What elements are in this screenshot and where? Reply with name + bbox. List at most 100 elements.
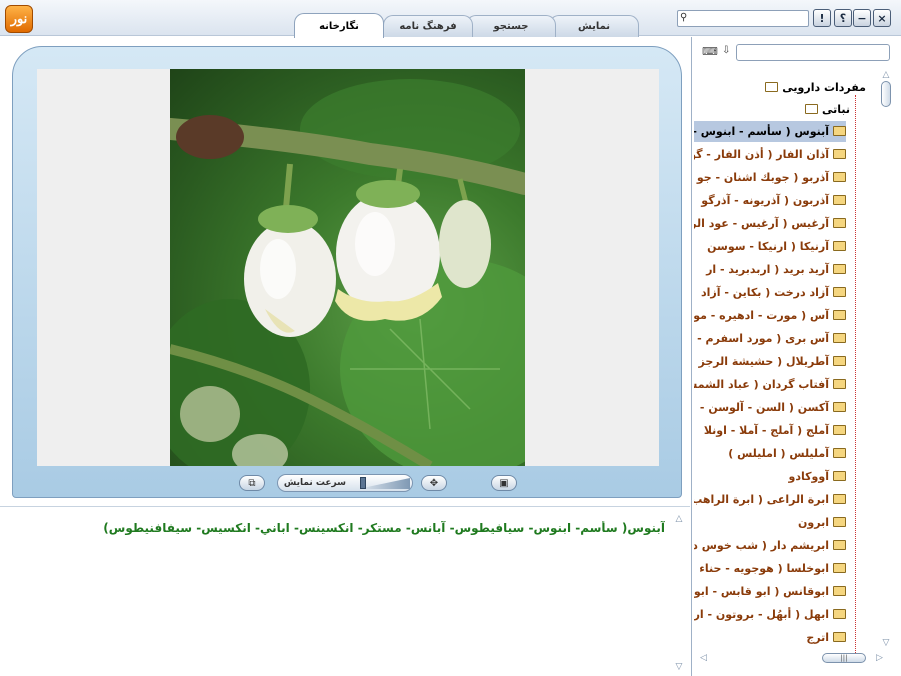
tree-item[interactable]: آفتاب گردان ( عباد الشمس [694, 374, 846, 395]
tree-item[interactable]: آملج ( آملج - آملا - اونلا [694, 420, 846, 441]
speed-control: سرعت نمایش [277, 474, 413, 492]
description-scrollbar[interactable]: △ ▽ [672, 513, 686, 673]
scroll-up-icon[interactable]: △ [676, 513, 683, 525]
search-icon[interactable]: ⚲ [680, 12, 692, 25]
tree-item[interactable]: ابهل ( أبهُل - بروتون - ار [694, 604, 846, 625]
speed-slider-thumb[interactable] [360, 477, 366, 489]
global-search-input[interactable] [694, 11, 808, 26]
tree-horizontal-scrollbar[interactable]: ◁ ||| ▷ [700, 651, 886, 665]
tree-item[interactable]: ابرون [694, 512, 846, 533]
save-button[interactable]: ▣ [491, 475, 517, 491]
description-panel: آبنوس( سأسم- ابنوس- سيافيطوس- آبانس- مست… [0, 506, 690, 676]
tree-item[interactable]: ابوقانس ( ابو قابس - ابو [694, 581, 846, 602]
tree-item-label: آذان الفار ( أذن الفار - گو [694, 148, 829, 161]
tree-item-label: آكسن ( السن - آلوسن - [699, 401, 829, 414]
speed-label: سرعت نمایش [283, 478, 346, 488]
tree-item[interactable]: آريد بريد ( اربدبريد - ار [694, 259, 846, 280]
tab-search[interactable]: جستجو [466, 15, 556, 37]
folder-icon [833, 333, 846, 343]
tab-display[interactable]: نمایش [549, 15, 639, 37]
help-button[interactable]: ؟ [834, 9, 852, 27]
fit-screen-icon: ✥ [429, 477, 439, 489]
tree-item[interactable]: ابوخلسا ( هوجويه - حناء [694, 558, 846, 579]
tree-connector [855, 95, 856, 655]
folder-icon [833, 218, 846, 228]
tree-item[interactable]: آبنوس ( سأسم - ابنوس - [694, 121, 846, 142]
tree-item-label: آذربو ( جوبك اشنان - جو [696, 171, 829, 184]
keyboard-icon[interactable]: ⌨ [702, 45, 718, 59]
folder-icon [833, 448, 846, 458]
tree-item[interactable]: آس ( مورت - ادهيره - مو [694, 305, 846, 326]
scroll-left-icon[interactable]: ◁ [700, 652, 707, 664]
scroll-up-icon[interactable]: △ [883, 69, 890, 81]
horizontal-scroll-thumb[interactable]: ||| [822, 653, 866, 663]
folder-icon [833, 494, 846, 504]
global-search: ⚲ [677, 10, 809, 27]
tree-item[interactable]: اترج [694, 627, 846, 648]
folder-icon [833, 379, 846, 389]
tree-item[interactable]: آرغيس ( آرغيس - عود الر [694, 213, 846, 234]
tree-item[interactable]: آزاد درخت ( بكاين - آزاد [694, 282, 846, 303]
tree-item-label: آفتاب گردان ( عباد الشمس [694, 378, 829, 391]
tree-item[interactable]: آرنيكا ( ارنيكا - سوسن [694, 236, 846, 257]
tree-item-label: آملج ( آملج - آملا - اونلا [703, 424, 829, 437]
tree-item[interactable]: آذربون ( آذريونه - آذرگو [694, 190, 846, 211]
tree-item[interactable]: آكسن ( السن - آلوسن - [694, 397, 846, 418]
go-down-icon[interactable]: ⇩ [722, 45, 734, 59]
copy-icon: ⧉ [248, 477, 256, 489]
folder-icon [833, 172, 846, 182]
tree-panel: ⌨ ⇩ مفردات دارویی نباتی آبنوس ( سأسم - ا… [691, 37, 901, 676]
tree-item-label: آس ( مورت - ادهيره - مو [694, 309, 829, 322]
folder-open-icon [805, 104, 819, 114]
tree-item-label: آريد بريد ( اربدبريد - ار [706, 263, 829, 276]
folder-icon [833, 126, 846, 136]
tree-item-label: آذربون ( آذريونه - آذرگو [701, 194, 829, 207]
folder-icon [833, 195, 846, 205]
tree-item[interactable]: آذان الفار ( أذن الفار - گو [694, 144, 846, 165]
folder-icon [833, 586, 846, 596]
tree-item-label: ابريشم دار ( شب خوس دا [694, 539, 829, 552]
tree-item[interactable]: آذربو ( جوبك اشنان - جو [694, 167, 846, 188]
tree-view: مفردات دارویی نباتی آبنوس ( سأسم - ابنوس… [692, 75, 870, 655]
fit-screen-button[interactable]: ✥ [421, 475, 447, 491]
tree-item[interactable]: ابرة الراعی ( ابرة الراهب [694, 489, 846, 510]
tree-item-label: آووكادو [788, 470, 829, 483]
tree-item-label: ابرون [798, 516, 829, 529]
info-button[interactable]: ! [813, 9, 831, 27]
folder-icon [833, 609, 846, 619]
tab-gallery[interactable]: نگارخانه [294, 13, 384, 38]
tree-item[interactable]: آووكادو [694, 466, 846, 487]
tree-root-node[interactable]: مفردات دارویی [761, 81, 866, 94]
tab-encyclopedia[interactable]: فرهنگ نامه [383, 15, 473, 37]
copy-button[interactable]: ⧉ [239, 475, 265, 491]
tree-search-input[interactable] [736, 44, 890, 61]
tree-item-label: ابوقانس ( ابو قابس - ابو [694, 585, 829, 598]
app-logo: نور [5, 5, 33, 33]
folder-icon [833, 356, 846, 366]
tree-item[interactable]: ابريشم دار ( شب خوس دا [694, 535, 846, 556]
folder-icon [833, 264, 846, 274]
scroll-down-icon[interactable]: ▽ [676, 661, 683, 673]
tree-item-label: اترج [806, 631, 829, 644]
folder-icon [833, 287, 846, 297]
tree-root-label: مفردات دارویی [782, 81, 866, 94]
tree-item-label: آبنوس ( سأسم - ابنوس - [694, 125, 829, 138]
folder-icon [833, 471, 846, 481]
tree-category-node[interactable]: نباتی [801, 103, 850, 116]
vertical-scroll-thumb[interactable] [881, 81, 891, 107]
minimize-button[interactable]: − [853, 9, 871, 27]
tree-item-label: آمليلس ( امليلس ) [728, 447, 829, 460]
tree-item[interactable]: آطريلال ( حشيشة الرجز [694, 351, 846, 372]
tree-item-label: ابوخلسا ( هوجويه - حناء [699, 562, 829, 575]
close-button[interactable]: × [873, 9, 891, 27]
tree-item[interactable]: آس بری ( مورد اسفرم - ك [694, 328, 846, 349]
tree-item[interactable]: آمليلس ( امليلس ) [694, 443, 846, 464]
tree-item-label: ابهل ( أبهُل - بروتون - ار [694, 608, 829, 621]
folder-open-icon [765, 82, 779, 92]
scroll-right-icon[interactable]: ▷ [876, 652, 883, 664]
tree-vertical-scrollbar[interactable]: △ ▽ [879, 69, 893, 649]
scroll-down-icon[interactable]: ▽ [883, 637, 890, 649]
folder-icon [833, 149, 846, 159]
folder-icon [833, 241, 846, 251]
description-text: آبنوس( سأسم- ابنوس- سيافيطوس- آبانس- مست… [103, 521, 665, 535]
